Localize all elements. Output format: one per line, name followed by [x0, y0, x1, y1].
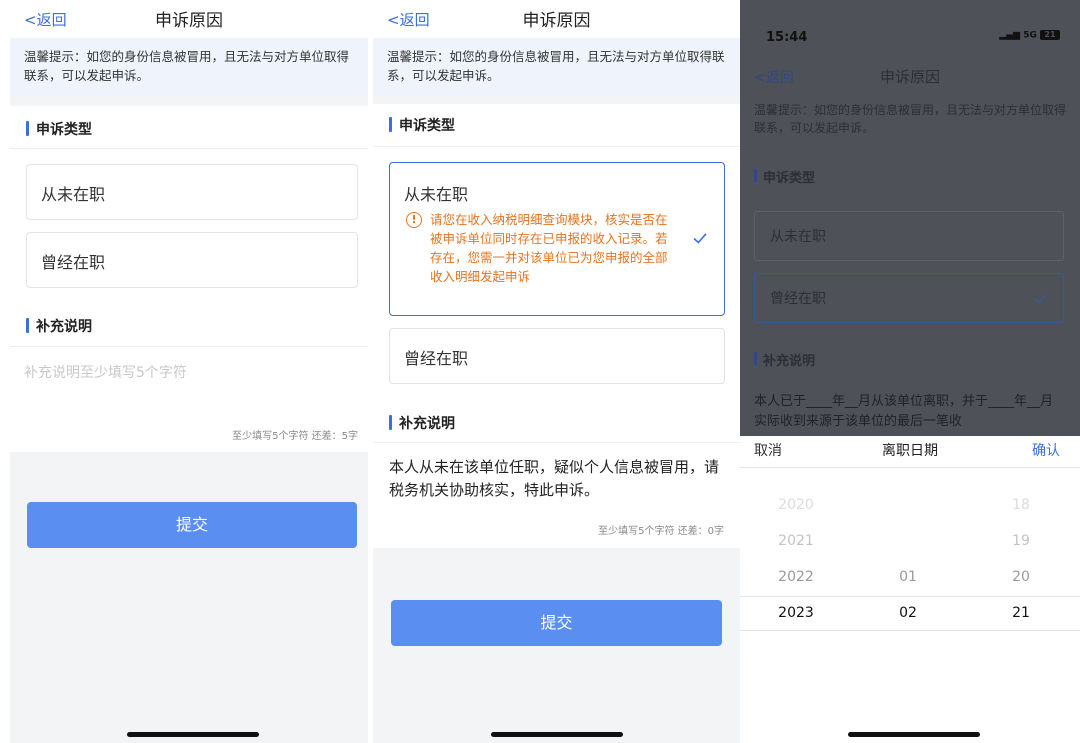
section-title-note: 补充说明	[26, 316, 92, 336]
day-option-selected: 21	[1012, 605, 1030, 621]
section-title-note: 补充说明	[389, 413, 455, 433]
year-option: 2020	[778, 497, 814, 513]
submit-button[interactable]: 提交	[27, 502, 357, 548]
tip-banner: 温馨提示：如您的身份信息被冒用，且无法与对方单位取得联系，可以发起申诉。	[373, 38, 740, 96]
picker-confirm-button[interactable]: 确认	[1032, 440, 1060, 460]
note-text: 本人从未在该单位任职，疑似个人信息被冒用，请税务机关协助核实，特此申诉。	[389, 458, 720, 499]
appeal-type-section: 申诉类型 从未在职 曾经在职	[10, 106, 368, 304]
tip-banner: 温馨提示：如您的身份信息被冒用，且无法与对方单位取得联系，可以发起申诉。	[754, 103, 1067, 135]
year-option: 2022	[778, 569, 814, 585]
home-indicator	[848, 732, 980, 737]
warning-text: 请您在收入纳税明细查询模块，核实是否在被申诉单位同时存在已申报的收入记录。若存在…	[430, 212, 668, 284]
network-label: 5G	[1023, 30, 1037, 41]
screen-date-picker: 15:44 ▂▄▆ 5G 21 <返回 申诉原因 温馨提示：如您的身份信息被冒用…	[740, 0, 1080, 743]
option-label: 从未在职	[770, 229, 826, 245]
note-placeholder: 补充说明至少填写5个字符	[24, 365, 187, 381]
home-indicator	[127, 732, 259, 737]
tip-banner: 温馨提示：如您的身份信息被冒用，且无法与对方单位取得联系，可以发起申诉。	[10, 38, 368, 96]
note-section: 补充说明 补充说明至少填写5个字符 至少填写5个字符 还差：5字	[10, 304, 368, 452]
dimmed-background[interactable]: 15:44 ▂▄▆ 5G 21 <返回 申诉原因 温馨提示：如您的身份信息被冒用…	[740, 0, 1080, 436]
submit-button[interactable]: 提交	[391, 600, 722, 646]
page-title: 申诉原因	[522, 11, 591, 31]
nav-bar: <返回 申诉原因	[10, 0, 368, 38]
warning-circle-icon: !	[406, 212, 422, 228]
option-previously-employed[interactable]: 曾经在职	[26, 232, 358, 288]
note-textarea[interactable]: 本人从未在该单位任职，疑似个人信息被冒用，请税务机关协助核实，特此申诉。 至少填…	[373, 443, 740, 548]
check-icon	[1034, 294, 1047, 304]
warning-message: ! 请您在收入纳税明细查询模块，核实是否在被申诉单位同时存在已申报的收入记录。若…	[406, 210, 668, 286]
note-textarea[interactable]: 补充说明至少填写5个字符 至少填写5个字符 还差：5字	[10, 347, 368, 452]
battery-icon: 21	[1040, 30, 1060, 40]
option-previously-employed: 曾经在职	[754, 273, 1064, 323]
option-never-employed: 从未在职	[754, 211, 1064, 261]
picker-title: 离职日期	[882, 443, 938, 459]
nav-bar: <返回 申诉原因	[373, 0, 740, 38]
appeal-type-section: 申诉类型 从未在职 ! 请您在收入纳税明细查询模块，核实是否在被申诉单位同时存在…	[373, 104, 740, 402]
option-label: 曾经在职	[404, 349, 469, 368]
day-option: 19	[1012, 533, 1030, 549]
month-option-selected: 02	[899, 605, 917, 621]
selection-line-top	[740, 596, 1080, 597]
month-option: 01	[899, 569, 917, 585]
page-title: 申诉原因	[879, 68, 940, 86]
option-label: 曾经在职	[41, 253, 106, 272]
page-title: 申诉原因	[155, 11, 223, 31]
year-option-selected: 2023	[778, 605, 814, 621]
battery-level: 21	[1044, 30, 1056, 39]
divider	[373, 146, 740, 147]
home-indicator	[491, 732, 623, 737]
day-option: 18	[1012, 497, 1030, 513]
status-indicators: ▂▄▆ 5G 21	[999, 30, 1060, 41]
option-never-employed[interactable]: 从未在职	[26, 164, 358, 220]
section-title-type: 申诉类型	[754, 167, 815, 186]
selection-line-bottom	[740, 630, 1080, 631]
section-title-type: 申诉类型	[26, 119, 92, 139]
char-counter: 至少填写5个字符 还差：0字	[598, 526, 724, 537]
char-counter: 至少填写5个字符 还差：5字	[232, 431, 358, 442]
option-label: 从未在职	[404, 185, 469, 204]
status-time: 15:44	[766, 30, 808, 45]
option-never-employed[interactable]: 从未在职 ! 请您在收入纳税明细查询模块，核实是否在被申诉单位同时存在已申报的收…	[389, 162, 725, 316]
check-icon	[693, 233, 707, 244]
divider	[10, 148, 368, 149]
date-picker-sheet: 取消 离职日期 确认 2020 2021 2022 2023 01 02 18 …	[740, 436, 1080, 743]
note-section: 补充说明 本人从未在该单位任职，疑似个人信息被冒用，请税务机关协助核实，特此申诉…	[373, 402, 740, 548]
option-label: 曾经在职	[770, 291, 826, 307]
section-title-note: 补充说明	[754, 350, 815, 369]
section-title-type: 申诉类型	[389, 115, 455, 135]
option-label: 从未在职	[41, 185, 106, 204]
screen-unselected: <返回 申诉原因 温馨提示：如您的身份信息被冒用，且无法与对方单位取得联系，可以…	[10, 0, 368, 743]
year-option: 2021	[778, 533, 814, 549]
divider	[740, 467, 1080, 468]
note-text: 本人已于____年__月从该单位离职，并于____年__月实际收到来源于该单位的…	[754, 394, 1054, 429]
day-option: 20	[1012, 569, 1030, 585]
option-previously-employed[interactable]: 曾经在职	[389, 328, 725, 384]
signal-icon: ▂▄▆	[999, 30, 1024, 41]
screen-never-employed-selected: <返回 申诉原因 温馨提示：如您的身份信息被冒用，且无法与对方单位取得联系，可以…	[373, 0, 740, 743]
